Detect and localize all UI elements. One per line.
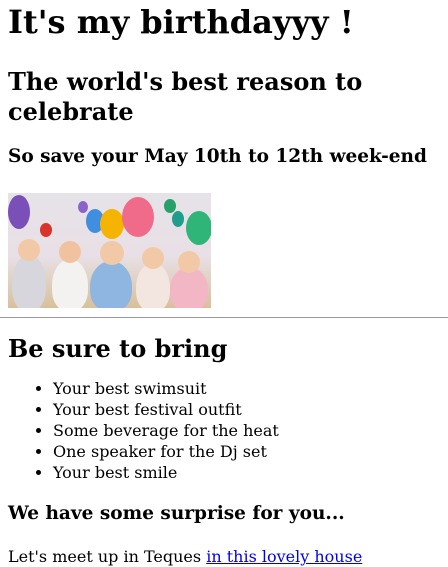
kid-2 <box>52 259 88 308</box>
page-subtitle: The world's best reason to celebrate <box>8 67 363 126</box>
kid-5 <box>170 267 208 308</box>
kid-1-head <box>18 239 40 261</box>
kid-1 <box>12 255 46 308</box>
kid-3-head <box>100 241 124 265</box>
party-photo <box>8 193 211 308</box>
list-item: Some beverage for the heat <box>53 420 440 441</box>
bring-list: Your best swimsuit Your best festival ou… <box>8 378 440 483</box>
balloon-green <box>164 199 176 213</box>
balloon-yellow <box>100 209 124 239</box>
divider <box>0 317 448 318</box>
list-item: Your best swimsuit <box>53 378 440 399</box>
page-title: It's my birthdayyy ! <box>8 3 354 41</box>
save-the-date: So save your May 10th to 12th week-end <box>8 146 427 167</box>
kid-3 <box>90 261 132 308</box>
balloon-purple <box>8 195 30 229</box>
list-item: Your best festival outfit <box>53 399 440 420</box>
surprise-heading: We have some surprise for you... <box>8 503 345 524</box>
balloon-green-large <box>186 211 211 245</box>
kid-2-head <box>59 241 81 263</box>
meet-text: Let's meet up in Teques <box>8 547 207 566</box>
kid-4 <box>136 263 170 308</box>
kid-5-head <box>178 251 200 273</box>
bring-heading: Be sure to bring <box>8 334 228 363</box>
balloon-red <box>40 223 52 237</box>
kid-4-head <box>142 247 164 269</box>
balloon-pink <box>122 197 154 237</box>
balloon-violet <box>78 201 88 213</box>
house-link[interactable]: in this lovely house <box>206 547 362 566</box>
list-item: Your best smile <box>53 462 440 483</box>
list-item: One speaker for the Dj set <box>53 441 440 462</box>
balloon-teal <box>172 211 184 227</box>
